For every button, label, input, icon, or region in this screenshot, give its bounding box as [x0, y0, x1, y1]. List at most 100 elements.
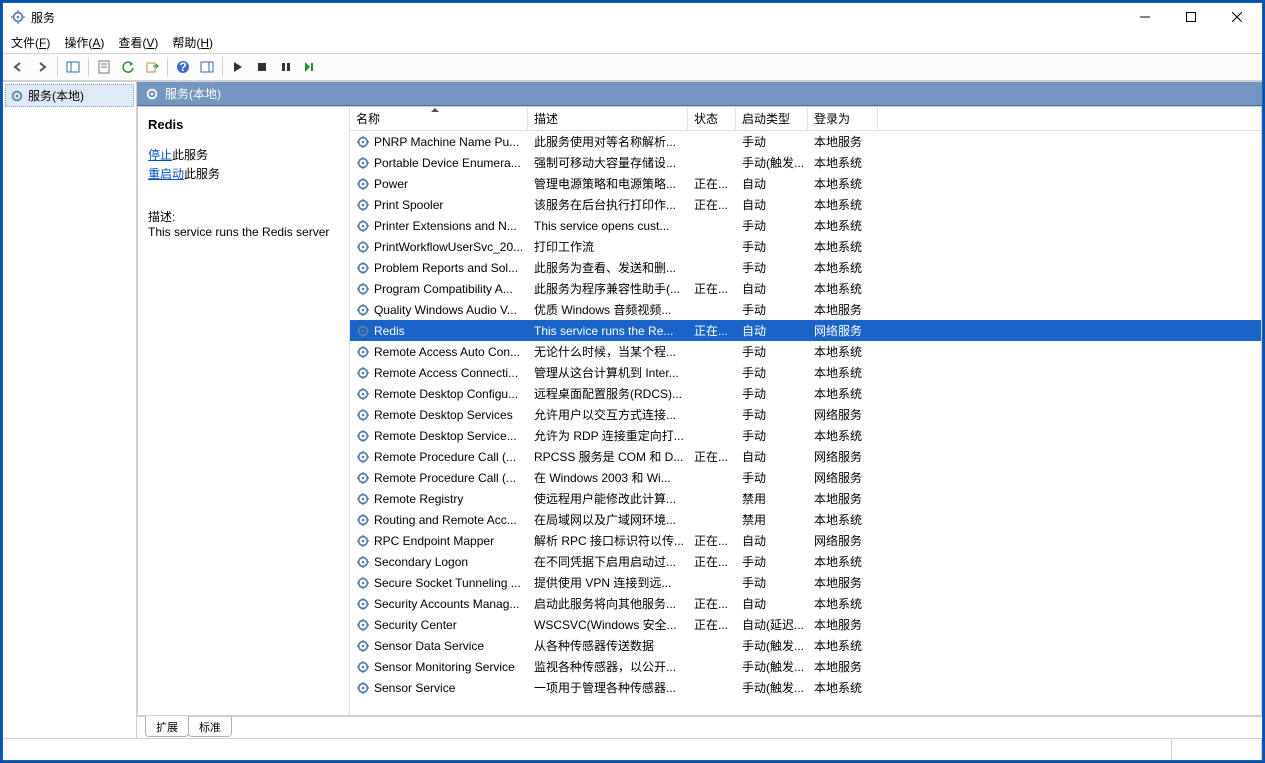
app-icon	[11, 10, 25, 24]
stop-service-button[interactable]	[251, 56, 273, 78]
table-row[interactable]: Print Spooler该服务在后台执行打印作...正在...自动本地系统	[350, 194, 1261, 215]
cell-logon: 本地系统	[808, 553, 878, 570]
cell-name: Remote Desktop Services	[350, 408, 528, 422]
table-row[interactable]: Remote Desktop Configu...远程桌面配置服务(RDCS).…	[350, 383, 1261, 404]
cell-status: 正在...	[688, 175, 736, 192]
cell-logon: 本地服务	[808, 658, 878, 675]
cell-desc: 监视各种传感器，以公开...	[528, 658, 688, 675]
maximize-button[interactable]	[1168, 3, 1214, 31]
table-row[interactable]: PrintWorkflowUserSvc_20...打印工作流手动本地系统	[350, 236, 1261, 257]
table-row[interactable]: Remote Desktop Services允许用户以交互方式连接...手动网…	[350, 404, 1261, 425]
refresh-button[interactable]	[117, 56, 139, 78]
service-icon	[356, 387, 370, 401]
service-icon	[356, 177, 370, 191]
cell-startup: 手动	[736, 406, 808, 423]
menu-action[interactable]: 操作(A)	[64, 34, 104, 51]
close-button[interactable]	[1214, 3, 1260, 31]
table-row[interactable]: Power管理电源策略和电源策略...正在...自动本地系统	[350, 173, 1261, 194]
table-row[interactable]: Program Compatibility A...此服务为程序兼容性助手(..…	[350, 278, 1261, 299]
cell-desc: 允许为 RDP 连接重定向打...	[528, 427, 688, 444]
back-button[interactable]	[7, 56, 29, 78]
table-row[interactable]: Secondary Logon在不同凭据下启用启动过...正在...手动本地系统	[350, 551, 1261, 572]
properties-button[interactable]	[93, 56, 115, 78]
table-row[interactable]: RPC Endpoint Mapper解析 RPC 接口标识符以传...正在..…	[350, 530, 1261, 551]
table-row[interactable]: Sensor Service一项用于管理各种传感器...手动(触发...本地系统	[350, 677, 1261, 698]
table-row[interactable]: Routing and Remote Acc...在局域网以及广域网环境...禁…	[350, 509, 1261, 530]
menubar: 文件(F) 操作(A) 查看(V) 帮助(H)	[3, 31, 1262, 53]
table-row[interactable]: Remote Registry使远程用户能修改此计算...禁用本地服务	[350, 488, 1261, 509]
action-pane-button[interactable]	[196, 56, 218, 78]
table-row[interactable]: Secure Socket Tunneling ...提供使用 VPN 连接到远…	[350, 572, 1261, 593]
cell-startup: 手动(触发...	[736, 679, 808, 696]
stop-link[interactable]: 停止	[148, 148, 172, 162]
help-button[interactable]: ?	[172, 56, 194, 78]
table-row[interactable]: Printer Extensions and N...This service …	[350, 215, 1261, 236]
service-list[interactable]: 名称 描述 状态 启动类型 登录为 PNRP Machine Name Pu..…	[350, 107, 1261, 715]
table-row[interactable]: Security Accounts Manag...启动此服务将向其他服务...…	[350, 593, 1261, 614]
cell-name: Security Accounts Manag...	[350, 597, 528, 611]
col-desc[interactable]: 描述	[528, 107, 688, 130]
table-row[interactable]: Security CenterWSCSVC(Windows 安全...正在...…	[350, 614, 1261, 635]
cell-logon: 网络服务	[808, 532, 878, 549]
service-icon	[356, 681, 370, 695]
column-headers: 名称 描述 状态 启动类型 登录为	[350, 107, 1261, 131]
col-logon[interactable]: 登录为	[808, 107, 878, 130]
table-row[interactable]: Portable Device Enumera...强制可移动大容量存储设...…	[350, 152, 1261, 173]
start-service-button[interactable]	[227, 56, 249, 78]
cell-desc: 打印工作流	[528, 238, 688, 255]
cell-logon: 本地系统	[808, 217, 878, 234]
titlebar[interactable]: 服务	[3, 3, 1262, 31]
detail-pane: Redis 停止此服务 重启动此服务 描述: This service runs…	[138, 107, 350, 715]
menu-view[interactable]: 查看(V)	[118, 34, 158, 51]
table-row[interactable]: PNRP Machine Name Pu...此服务使用对等名称解析...手动本…	[350, 131, 1261, 152]
cell-desc: 此服务使用对等名称解析...	[528, 133, 688, 150]
table-row[interactable]: Remote Desktop Service...允许为 RDP 连接重定向打.…	[350, 425, 1261, 446]
restart-link[interactable]: 重启动	[148, 167, 184, 181]
cell-name: Program Compatibility A...	[350, 282, 528, 296]
cell-startup: 自动	[736, 322, 808, 339]
service-icon	[356, 660, 370, 674]
service-icon	[356, 534, 370, 548]
table-row[interactable]: Remote Procedure Call (...RPCSS 服务是 COM …	[350, 446, 1261, 467]
console-tree[interactable]: 服务(本地)	[3, 82, 137, 738]
cell-name: Sensor Service	[350, 681, 528, 695]
table-row[interactable]: RedisThis service runs the Re...正在...自动网…	[350, 320, 1261, 341]
service-icon	[356, 324, 370, 338]
col-startup[interactable]: 启动类型	[736, 107, 808, 130]
cell-logon: 本地服务	[808, 616, 878, 633]
cell-startup: 手动	[736, 385, 808, 402]
table-row[interactable]: Sensor Data Service从各种传感器传送数据手动(触发...本地系…	[350, 635, 1261, 656]
service-icon	[356, 366, 370, 380]
service-icon	[356, 240, 370, 254]
cell-startup: 手动	[736, 427, 808, 444]
table-row[interactable]: Sensor Monitoring Service监视各种传感器，以公开...手…	[350, 656, 1261, 677]
forward-button[interactable]	[31, 56, 53, 78]
tab-standard[interactable]: 标准	[188, 717, 232, 737]
table-row[interactable]: Problem Reports and Sol...此服务为查看、发送和删...…	[350, 257, 1261, 278]
col-name[interactable]: 名称	[350, 107, 528, 130]
col-status[interactable]: 状态	[688, 107, 736, 130]
pause-service-button[interactable]	[275, 56, 297, 78]
tab-extended[interactable]: 扩展	[145, 716, 189, 737]
table-row[interactable]: Quality Windows Audio V...优质 Windows 音频视…	[350, 299, 1261, 320]
cell-name: Secure Socket Tunneling ...	[350, 576, 528, 590]
cell-name: PrintWorkflowUserSvc_20...	[350, 240, 528, 254]
minimize-button[interactable]	[1122, 3, 1168, 31]
export-button[interactable]	[141, 56, 163, 78]
table-row[interactable]: Remote Procedure Call (...在 Windows 2003…	[350, 467, 1261, 488]
tree-item-services-local[interactable]: 服务(本地)	[5, 84, 134, 107]
cell-logon: 本地系统	[808, 175, 878, 192]
restart-service-button[interactable]	[299, 56, 321, 78]
cell-startup: 手动	[736, 133, 808, 150]
cell-logon: 本地系统	[808, 595, 878, 612]
show-hide-tree-button[interactable]	[62, 56, 84, 78]
menu-file[interactable]: 文件(F)	[11, 34, 50, 51]
table-row[interactable]: Remote Access Auto Con...无论什么时候，当某个程...手…	[350, 341, 1261, 362]
cell-startup: 手动	[736, 301, 808, 318]
cell-startup: 手动	[736, 343, 808, 360]
table-row[interactable]: Remote Access Connecti...管理从这台计算机到 Inter…	[350, 362, 1261, 383]
cell-status: 正在...	[688, 595, 736, 612]
cell-desc: 在不同凭据下启用启动过...	[528, 553, 688, 570]
menu-help[interactable]: 帮助(H)	[172, 34, 213, 51]
cell-desc: 此服务为查看、发送和删...	[528, 259, 688, 276]
